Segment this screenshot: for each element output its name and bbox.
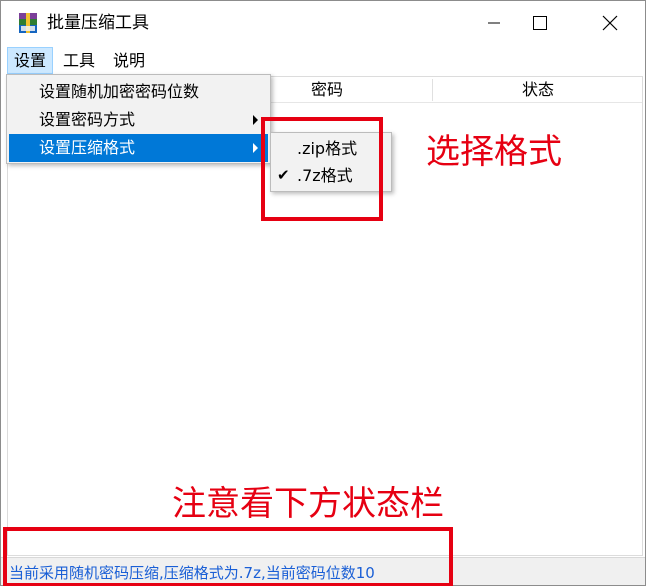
menu-item-label: 设置压缩格式	[39, 138, 136, 157]
close-button[interactable]	[587, 1, 633, 45]
menu-item-label: 设置密码方式	[39, 110, 136, 129]
menu-tools[interactable]: 工具	[57, 47, 101, 74]
annotation-caption-format: 选择格式	[426, 132, 562, 172]
winrar-archive-icon	[19, 13, 37, 33]
column-header-status[interactable]: 状态	[433, 77, 643, 103]
annotation-box-status	[3, 527, 453, 586]
settings-dropdown: 设置随机加密密码位数 设置密码方式 设置压缩格式	[6, 74, 271, 164]
close-icon	[602, 15, 618, 31]
submenu-arrow-icon	[253, 115, 258, 125]
menu-settings[interactable]: 设置	[7, 47, 54, 74]
menu-help[interactable]: 说明	[107, 47, 151, 74]
annotation-box-format	[261, 117, 383, 221]
annotation-caption-status: 注意看下方状态栏	[172, 484, 444, 524]
menu-bar: 设置 工具 说明	[1, 45, 645, 75]
submenu-arrow-icon	[253, 143, 258, 153]
menu-item-password-mode[interactable]: 设置密码方式	[9, 106, 268, 134]
minimize-button[interactable]	[471, 1, 517, 45]
maximize-button[interactable]	[517, 1, 563, 45]
minimize-icon	[488, 22, 500, 24]
maximize-icon	[533, 16, 547, 30]
title-bar[interactable]: 批量压缩工具	[1, 1, 645, 45]
menu-item-label: 设置随机加密密码位数	[39, 82, 200, 101]
window-title: 批量压缩工具	[47, 13, 149, 33]
menu-item-random-password-length[interactable]: 设置随机加密密码位数	[9, 78, 268, 106]
menu-item-compression-format[interactable]: 设置压缩格式	[9, 134, 268, 162]
